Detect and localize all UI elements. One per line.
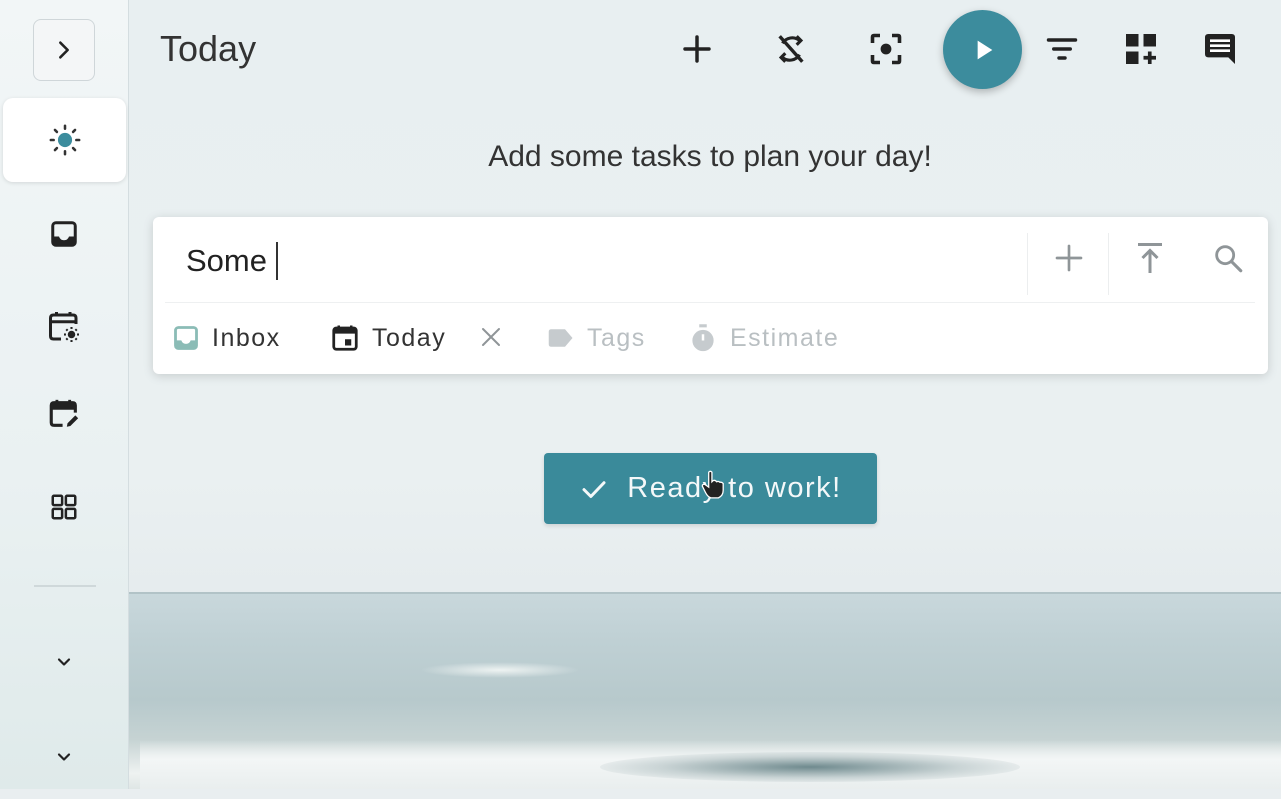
card-separator: [1108, 233, 1109, 295]
add-widget-button[interactable]: [1119, 27, 1163, 71]
sidebar-item-planner[interactable]: [0, 285, 128, 369]
add-to-bottom-button[interactable]: [1047, 236, 1091, 280]
ready-to-work-label: Ready to work!: [627, 472, 842, 504]
due-date-chip-label: Today: [372, 323, 447, 352]
search-existing-button[interactable]: [1206, 236, 1250, 280]
project-chip-label: Inbox: [212, 323, 281, 352]
sidebar-divider: [34, 585, 96, 587]
mouse-pointer-cursor: [700, 470, 726, 505]
focus-icon: [870, 33, 902, 65]
text-caret: [276, 242, 278, 280]
due-date-chip[interactable]: Today: [330, 318, 446, 358]
sidebar-item-inbox[interactable]: [0, 192, 128, 276]
filter-icon: [1046, 38, 1078, 60]
background-rocks: [600, 752, 1020, 782]
tag-icon: [548, 329, 573, 347]
start-tracking-button[interactable]: [943, 10, 1022, 89]
close-icon: [482, 328, 500, 346]
timer-icon: [692, 324, 714, 352]
comment-icon: [1205, 34, 1235, 64]
add-icon: [683, 35, 711, 63]
hand-cursor-icon: [701, 470, 724, 499]
calendar-edit-icon: [49, 399, 79, 427]
tags-chip-label: Tags: [587, 323, 646, 352]
page-title: Today: [160, 28, 257, 69]
card-divider: [165, 302, 1255, 303]
project-chip[interactable]: Inbox: [172, 318, 281, 358]
add-widget-icon: [1126, 34, 1156, 64]
chevron-right-icon: [59, 41, 69, 59]
play-icon: [977, 40, 992, 59]
sidebar-item-scheduled[interactable]: [0, 372, 128, 456]
sidebar-item-boards[interactable]: [0, 465, 128, 549]
sync-off-icon: [778, 35, 804, 63]
sidebar-expand-tags[interactable]: [0, 715, 128, 799]
empty-state-message: Add some tasks to plan your day!: [488, 140, 932, 173]
add-to-top-button[interactable]: [1128, 236, 1172, 280]
sidebar-expand-projects[interactable]: [0, 620, 128, 704]
task-title-input[interactable]: [184, 232, 1018, 290]
remove-due-date-button[interactable]: [476, 322, 506, 352]
calendar-today-icon: [332, 325, 358, 351]
check-icon: [582, 480, 606, 498]
calendar-sun-icon: [49, 312, 79, 342]
focus-mode-button[interactable]: [864, 27, 908, 71]
move-to-top-icon: [1138, 243, 1162, 273]
chevron-down-icon: [57, 753, 71, 761]
sidebar: [0, 0, 129, 789]
tags-chip[interactable]: Tags: [545, 318, 646, 358]
card-separator: [1027, 233, 1028, 295]
plus-icon: [1055, 244, 1083, 272]
notes-button[interactable]: [1198, 27, 1242, 71]
sync-off-button[interactable]: [769, 27, 813, 71]
add-task-button[interactable]: [675, 27, 719, 71]
inbox-icon: [174, 326, 198, 350]
search-icon: [1215, 245, 1243, 273]
background-wave: [420, 662, 580, 678]
estimate-chip[interactable]: Estimate: [688, 318, 839, 358]
grid-icon: [51, 494, 77, 520]
app-root: Today Add some tasks to plan your day! S…: [0, 0, 1281, 789]
inbox-icon: [51, 221, 77, 247]
filter-button[interactable]: [1040, 27, 1084, 71]
background-horizon: [0, 592, 1281, 594]
sidebar-toggle-button[interactable]: [33, 19, 95, 81]
chevron-down-icon: [57, 658, 71, 666]
estimate-chip-label: Estimate: [730, 323, 840, 352]
